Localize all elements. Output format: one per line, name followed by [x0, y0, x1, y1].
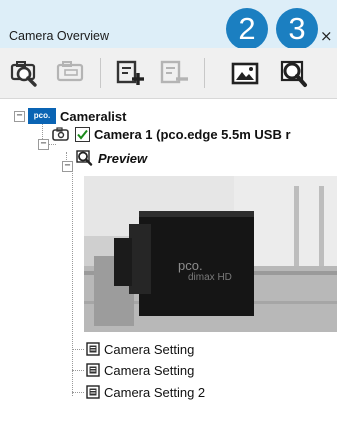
tree-connector	[72, 392, 84, 393]
tree-connector	[72, 370, 84, 371]
preview-magnifier-icon	[76, 150, 93, 166]
camera-icon	[52, 127, 69, 141]
setting-document-icon	[86, 342, 100, 356]
tree-item-preview[interactable]: Preview	[76, 148, 147, 168]
toolbar-separator	[100, 58, 101, 88]
preview-magnifier-icon	[280, 60, 307, 87]
close-button[interactable]: ×	[320, 27, 333, 45]
tree-item-label: Camera Setting	[104, 341, 195, 357]
tree-item-camera-setting[interactable]: Camera Setting	[86, 339, 194, 359]
toolbar-separator	[204, 58, 205, 88]
callout-badge-3: 3	[276, 8, 318, 50]
tree-item-label: Cameralist	[60, 108, 127, 124]
tree-item-camera-1[interactable]: Camera 1 (pco.edge 5.5m USB r	[52, 124, 291, 144]
camera-disconnect-button[interactable]	[52, 56, 88, 90]
camera-search-icon	[10, 61, 37, 87]
image-icon	[231, 62, 259, 85]
tree-item-label: Camera 1 (pco.edge 5.5m USB r	[94, 126, 291, 142]
tree-item-cameralist[interactable]: pco. Cameralist	[28, 106, 126, 126]
remove-setting-button[interactable]	[156, 56, 192, 90]
setting-document-icon	[86, 363, 100, 377]
remove-setting-icon	[160, 60, 188, 84]
preview-button[interactable]	[276, 56, 312, 90]
tree-item-label: Preview	[98, 150, 148, 166]
tree-item-label: Camera Setting	[104, 362, 195, 378]
camera-disconnect-icon	[56, 61, 84, 82]
setting-document-icon	[86, 385, 100, 399]
pco-logo-icon: pco.	[28, 108, 56, 124]
image-button[interactable]	[228, 56, 264, 90]
camera-preview-image: pco. dimax HD	[84, 176, 337, 332]
tree-item-camera-setting-2[interactable]: Camera Setting 2	[86, 382, 205, 402]
tree-item-label: Camera Setting 2	[104, 384, 206, 400]
toolbar	[0, 48, 337, 98]
add-setting-icon	[116, 60, 144, 85]
tree-connector	[72, 168, 73, 396]
expand-toggle-preview[interactable]: −	[62, 161, 73, 172]
add-setting-button[interactable]	[112, 56, 148, 90]
title-bar: Camera Overview 2 3 ×	[0, 0, 337, 50]
tree-connector	[72, 349, 84, 350]
expand-toggle-root[interactable]: −	[14, 111, 25, 122]
callout-badge-2: 2	[226, 8, 268, 50]
expand-toggle-camera[interactable]: −	[38, 139, 49, 150]
tree-item-camera-setting[interactable]: Camera Setting	[86, 360, 194, 380]
preview-frame	[84, 176, 337, 332]
window-title: Camera Overview	[9, 29, 110, 43]
preview-brand-text: pco.	[178, 258, 203, 273]
enabled-checkbox[interactable]	[75, 126, 90, 142]
camera-search-button[interactable]	[8, 56, 44, 90]
preview-model-text: dimax HD	[188, 272, 232, 283]
